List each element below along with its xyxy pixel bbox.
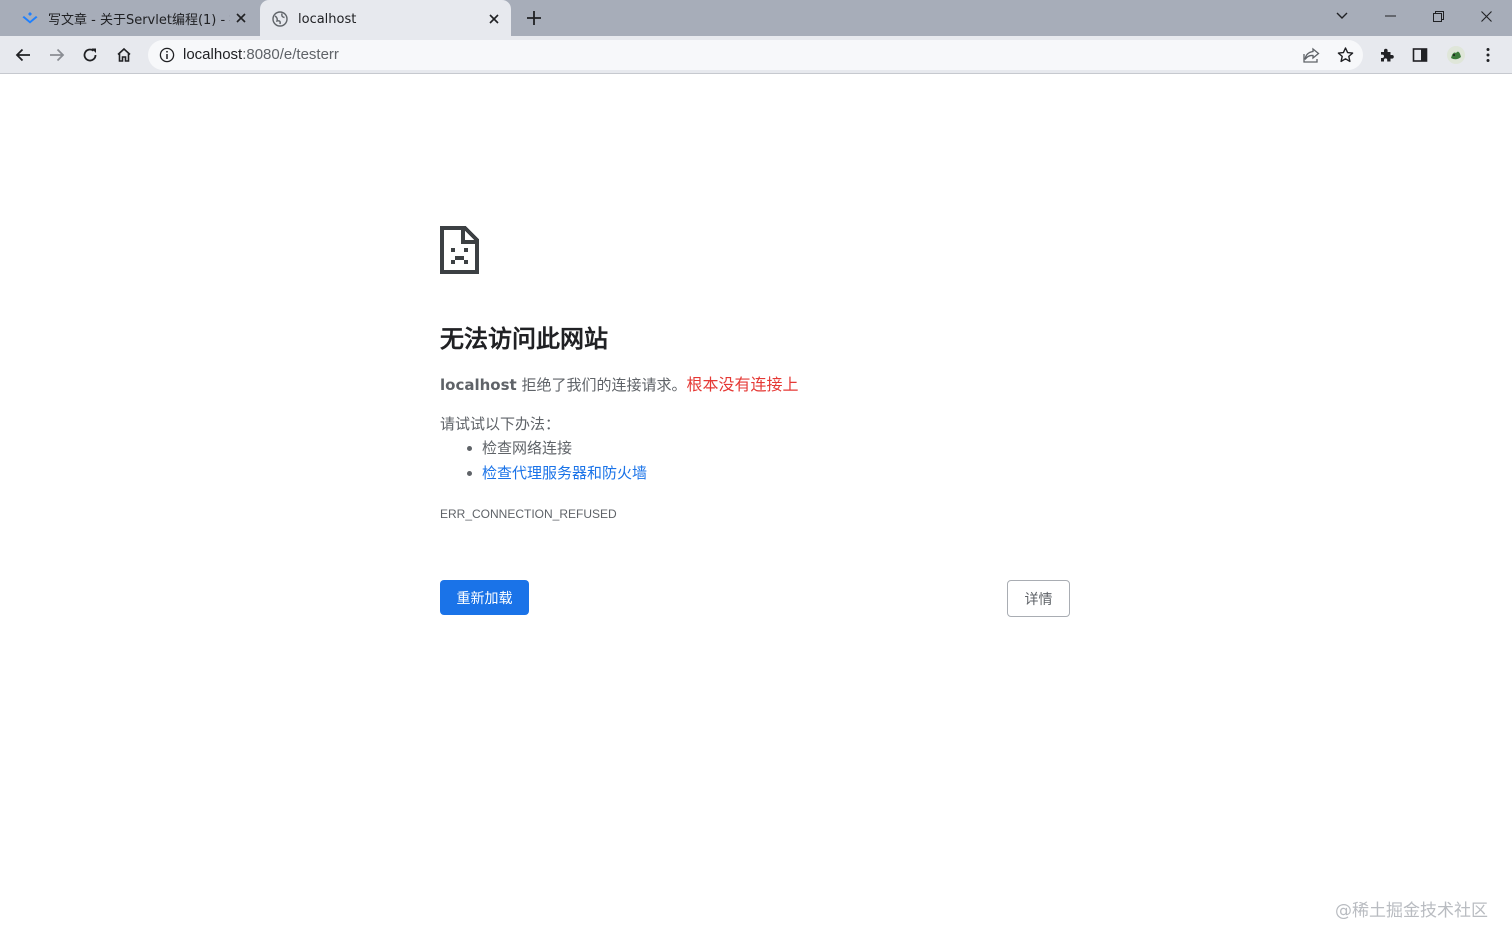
new-tab-button[interactable] bbox=[522, 6, 546, 30]
reload-button[interactable]: 重新加载 bbox=[440, 580, 529, 615]
minimize-button[interactable] bbox=[1366, 0, 1414, 32]
profile-avatar-icon[interactable] bbox=[1440, 39, 1472, 71]
url-path: :8080/e/testerr bbox=[242, 46, 339, 63]
back-button[interactable] bbox=[7, 39, 39, 71]
error-message: localhost 拒绝了我们的连接请求。根本没有连接上 bbox=[440, 371, 799, 395]
url-host: localhost bbox=[183, 46, 243, 63]
extensions-puzzle-icon[interactable] bbox=[1371, 39, 1403, 71]
browser-toolbar: localhost:8080/e/testerr bbox=[0, 36, 1512, 74]
suggestions-list: 检查网络连接 检查代理服务器和防火墙 bbox=[466, 437, 647, 487]
error-page: 无法访问此网站 localhost 拒绝了我们的连接请求。根本没有连接上 请试试… bbox=[0, 75, 1512, 945]
close-window-button[interactable] bbox=[1462, 0, 1510, 32]
info-icon[interactable] bbox=[156, 44, 178, 66]
side-panel-icon[interactable] bbox=[1404, 39, 1436, 71]
tab-localhost[interactable]: localhost bbox=[260, 0, 511, 38]
page-title: 无法访问此网站 bbox=[440, 325, 608, 353]
suggestion-check-proxy-link[interactable]: 检查代理服务器和防火墙 bbox=[466, 462, 647, 487]
close-icon[interactable] bbox=[230, 7, 252, 29]
suggestion-check-network: 检查网络连接 bbox=[466, 437, 647, 462]
tab-title: 写文章 - 关于Servlet编程(1) - 掘 bbox=[48, 12, 230, 28]
forward-button[interactable] bbox=[41, 39, 73, 71]
home-icon[interactable] bbox=[108, 39, 140, 71]
reload-icon[interactable] bbox=[74, 39, 106, 71]
globe-icon bbox=[272, 11, 288, 27]
tab-juejin[interactable]: 写文章 - 关于Servlet编程(1) - 掘 bbox=[10, 0, 258, 36]
tab-search-chevron-down-icon[interactable] bbox=[1318, 0, 1366, 32]
suggestions-heading: 请试试以下办法： bbox=[440, 415, 561, 433]
title-bar: 写文章 - 关于Servlet编程(1) - 掘 localhost bbox=[0, 0, 1512, 38]
restore-button[interactable] bbox=[1414, 0, 1462, 32]
red-annotation: 根本没有连接上 bbox=[686, 375, 799, 394]
sad-page-icon bbox=[440, 226, 480, 274]
url-text[interactable]: localhost:8080/e/testerr bbox=[183, 46, 339, 63]
error-host: localhost bbox=[440, 376, 517, 394]
bookmark-star-icon[interactable] bbox=[1332, 43, 1358, 67]
juejin-logo-icon bbox=[22, 10, 38, 26]
error-message-text: 拒绝了我们的连接请求。 bbox=[521, 376, 687, 394]
menu-kebab-icon[interactable] bbox=[1472, 39, 1504, 71]
tab-title: localhost bbox=[298, 11, 357, 27]
watermark: @稀土掘金技术社区 bbox=[1335, 901, 1488, 921]
close-icon[interactable] bbox=[483, 8, 505, 30]
address-bar[interactable]: localhost:8080/e/testerr bbox=[148, 40, 1363, 70]
details-button[interactable]: 详情 bbox=[1007, 580, 1070, 617]
error-code: ERR_CONNECTION_REFUSED bbox=[440, 507, 617, 521]
share-icon[interactable] bbox=[1298, 43, 1324, 67]
